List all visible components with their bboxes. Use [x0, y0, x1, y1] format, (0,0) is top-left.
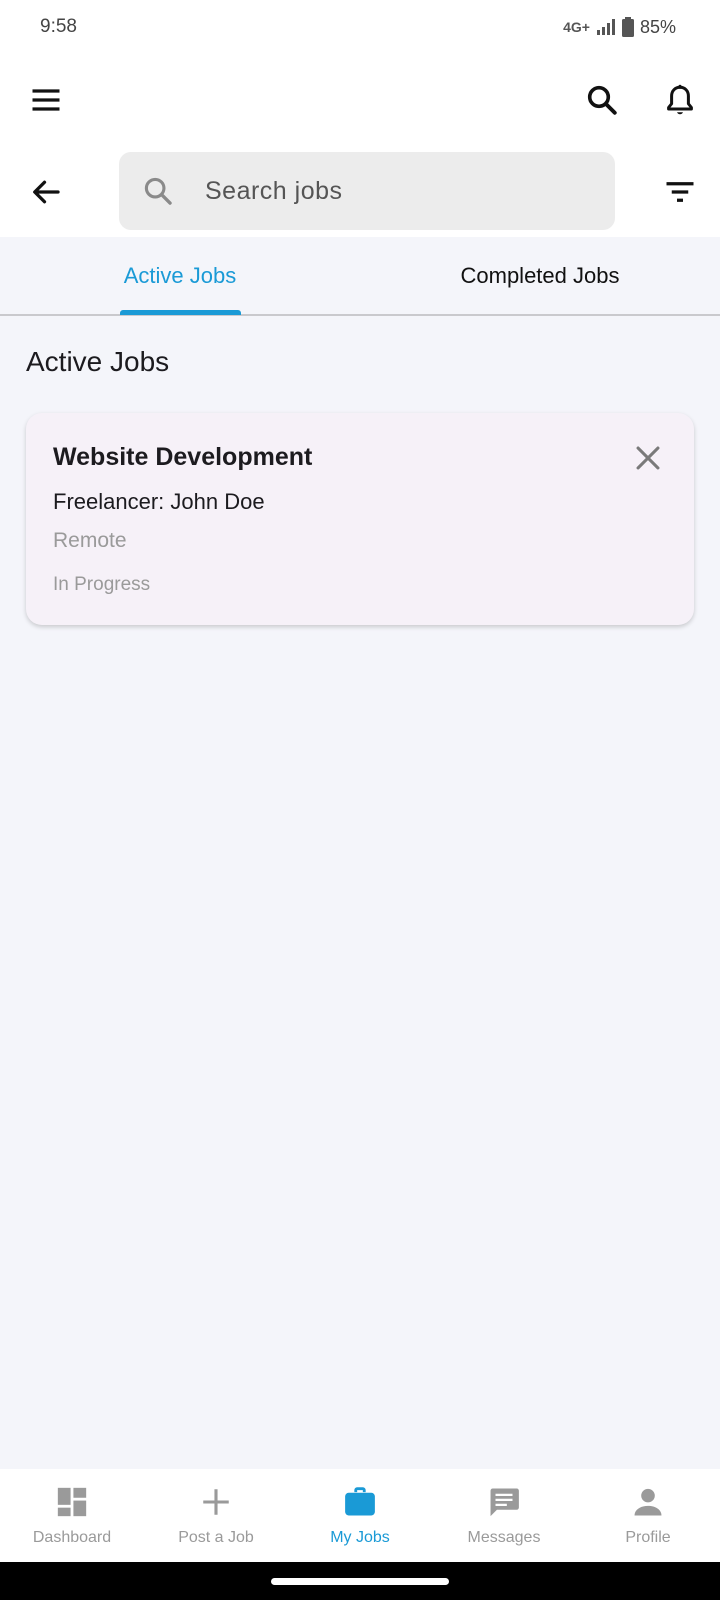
nav-item-post-a-job[interactable]: Post a Job [144, 1469, 288, 1562]
gesture-bar [0, 1562, 720, 1600]
job-status: In Progress [53, 574, 151, 595]
nav-label-dashboard: Dashboard [32, 1529, 112, 1546]
person-icon [634, 1488, 662, 1516]
job-freelancer: Freelancer: John Doe [53, 489, 265, 514]
nav-label-profile: Profile [625, 1529, 671, 1546]
nav-label-my-jobs: My Jobs [330, 1529, 390, 1546]
nav-item-dashboard[interactable]: Dashboard [0, 1469, 144, 1562]
nav-item-profile[interactable]: Profile [576, 1469, 720, 1562]
status-time: 9:58 [40, 16, 77, 37]
briefcase-icon [345, 1487, 375, 1516]
network-type: 4G+ [563, 19, 590, 35]
filter-icon[interactable] [662, 174, 698, 210]
menu-icon[interactable] [28, 82, 64, 118]
back-arrow-icon[interactable] [28, 174, 64, 210]
nav-label-messages: Messages [467, 1529, 541, 1546]
job-tabs: Active Jobs Completed Jobs [0, 237, 720, 316]
battery-level: 85% [639, 16, 676, 37]
bottom-nav: Dashboard Post a Job My Jobs Messages Pr… [0, 1469, 720, 1562]
message-icon [490, 1488, 519, 1517]
plus-icon [203, 1489, 229, 1515]
nav-item-my-jobs[interactable]: My Jobs [288, 1469, 432, 1562]
job-card[interactable]: Website Development Freelancer: John Doe… [26, 413, 694, 625]
job-title: Website Development [53, 443, 313, 471]
screen: 9:58 4G+ 85% Search jobs Active Jobs Com… [0, 0, 720, 1600]
battery-icon [621, 17, 634, 37]
status-indicators: 4G+ 85% [563, 17, 676, 38]
tab-completed-jobs[interactable]: Completed Jobs [360, 237, 720, 314]
search-row [0, 144, 720, 237]
bell-icon[interactable] [662, 82, 698, 118]
job-location: Remote [53, 529, 127, 552]
close-icon[interactable] [631, 441, 665, 475]
tab-active-jobs[interactable]: Active Jobs [0, 237, 360, 314]
nav-label-post-a-job: Post a Job [178, 1529, 254, 1546]
home-gesture-handle[interactable] [271, 1578, 449, 1585]
dashboard-icon [57, 1487, 87, 1517]
nav-item-messages[interactable]: Messages [432, 1469, 576, 1562]
status-bar: 9:58 4G+ 85% [0, 0, 720, 54]
search-input[interactable] [205, 166, 595, 216]
search-box[interactable] [119, 152, 615, 230]
tab-indicator [120, 310, 241, 315]
search-field-icon [144, 177, 172, 205]
signal-icon [596, 19, 615, 35]
section-title: Active Jobs [26, 346, 170, 377]
app-bar [0, 54, 720, 144]
search-icon[interactable] [584, 82, 620, 118]
